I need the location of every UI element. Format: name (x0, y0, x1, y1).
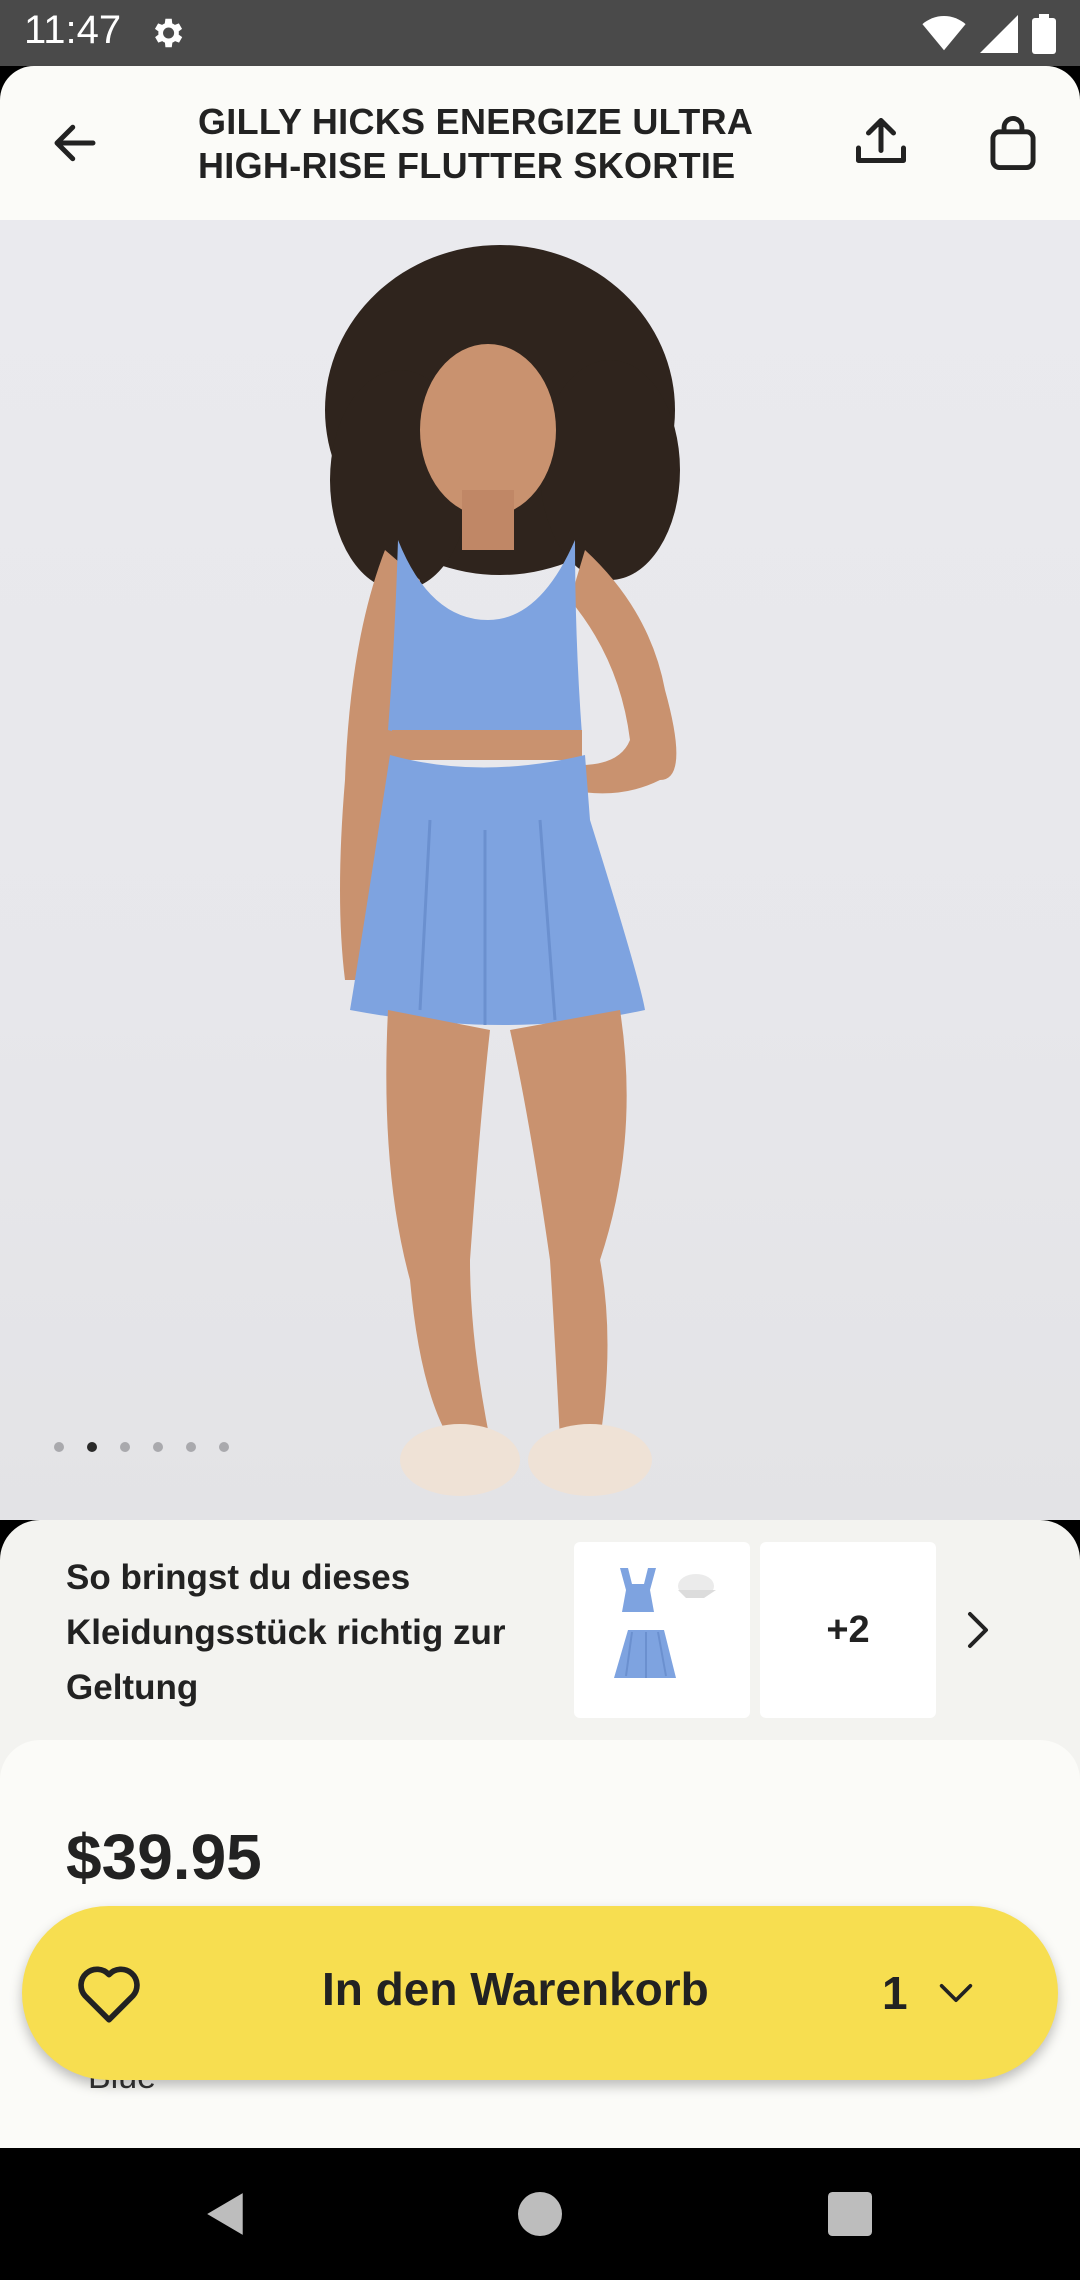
outfit-thumbnail[interactable] (574, 1542, 750, 1718)
app-header: GILLY HICKS ENERGIZE ULTRA HIGH-RISE FLU… (0, 66, 1080, 220)
add-to-cart-bar: In den Warenkorb 1 (22, 1906, 1058, 2080)
add-to-cart-button[interactable]: In den Warenkorb (322, 1962, 709, 2016)
carousel-dot[interactable] (54, 1442, 64, 1452)
system-nav-bar (0, 2148, 1080, 2280)
signal-icon (980, 15, 1018, 53)
nav-recents-button[interactable] (820, 2184, 880, 2244)
battery-icon (1032, 14, 1056, 54)
status-time: 11:47 (24, 8, 122, 52)
product-price: $39.95 (66, 1821, 262, 1893)
favorite-button[interactable] (70, 1954, 148, 2032)
shopping-bag-icon (990, 116, 1036, 170)
carousel-dot[interactable] (219, 1442, 229, 1452)
heart-icon (78, 1966, 140, 2023)
shopping-bag-button[interactable] (980, 110, 1046, 176)
share-button[interactable] (848, 110, 914, 176)
share-icon (856, 118, 906, 163)
outfit-more-button[interactable]: +2 (760, 1542, 936, 1718)
chevron-right-icon (968, 1612, 988, 1648)
model-illustration (325, 245, 680, 1496)
status-bar: 11:47 (0, 0, 1080, 66)
carousel-dot[interactable] (153, 1442, 163, 1452)
carousel-dot-active[interactable] (87, 1442, 97, 1452)
arrow-left-icon (54, 124, 96, 162)
product-title: GILLY HICKS ENERGIZE ULTRA HIGH-RISE FLU… (198, 101, 752, 186)
quantity-value: 1 (882, 1967, 908, 2019)
wifi-icon (922, 16, 966, 51)
carousel-dot[interactable] (186, 1442, 196, 1452)
settings-icon (154, 18, 183, 48)
outfit-next-button[interactable] (958, 1610, 998, 1650)
nav-back-button[interactable] (196, 2184, 256, 2244)
triangle-back-icon (207, 2193, 243, 2235)
chevron-down-icon (939, 1984, 972, 2002)
carousel-dots (54, 1442, 229, 1452)
back-button[interactable] (42, 110, 108, 176)
product-image[interactable] (0, 220, 1080, 1520)
carousel-dot[interactable] (120, 1442, 130, 1452)
status-icons (922, 14, 1056, 54)
quantity-selector[interactable]: 1 (882, 1956, 974, 2030)
circle-home-icon (518, 2192, 562, 2236)
outfit-text: So bringst du dieses Kleidungsstück rich… (66, 1558, 506, 1707)
nav-home-button[interactable] (510, 2184, 570, 2244)
square-recents-icon (828, 2192, 872, 2236)
outfit-image (614, 1568, 716, 1678)
